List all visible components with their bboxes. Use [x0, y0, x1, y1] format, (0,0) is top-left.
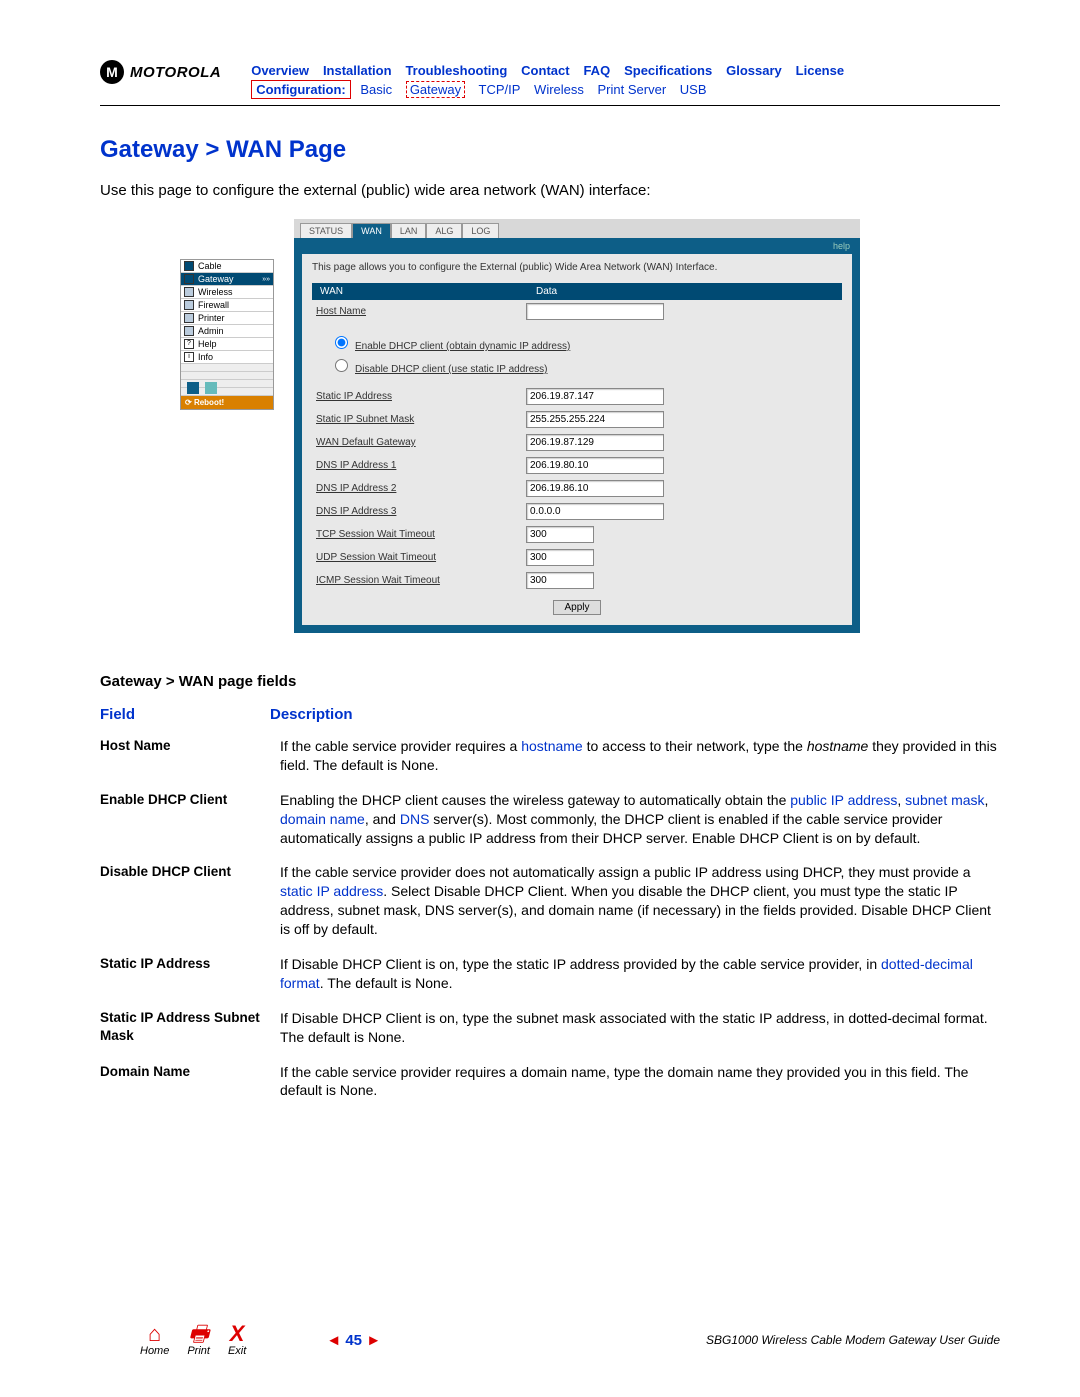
- fields-title: Gateway > WAN page fields: [100, 673, 1000, 690]
- ss-label: ICMP Session Wait Timeout: [312, 575, 526, 586]
- page-title: Gateway > WAN Page: [100, 136, 1000, 164]
- ss-input-dns3[interactable]: [526, 503, 664, 520]
- screenshot: Cable Gateway»» Wireless Firewall Printe…: [180, 219, 860, 633]
- col-header-desc: Description: [270, 706, 1000, 723]
- ss-help-link[interactable]: help: [833, 241, 850, 251]
- ss-side-wireless[interactable]: Wireless: [181, 286, 273, 299]
- field-row-hostname: Host Name If the cable service provider …: [100, 737, 1000, 775]
- ss-apply-button[interactable]: Apply: [553, 600, 600, 615]
- nav-installation[interactable]: Installation: [323, 63, 392, 78]
- nav-overview[interactable]: Overview: [251, 63, 309, 78]
- ss-panel-desc: This page allows you to configure the Ex…: [312, 262, 842, 273]
- subnav-basic[interactable]: Basic: [360, 82, 392, 97]
- nav-license[interactable]: License: [796, 63, 844, 78]
- link-public-ip[interactable]: public IP address: [790, 792, 897, 808]
- footer-exit[interactable]: X Exit: [228, 1323, 246, 1357]
- ss-tab-wan[interactable]: WAN: [352, 223, 391, 238]
- sub-nav: Configuration: Basic Gateway TCP/IP Wire…: [251, 82, 1000, 97]
- ss-tab-log[interactable]: LOG: [462, 223, 499, 238]
- ss-input-udp-timeout[interactable]: [526, 549, 594, 566]
- link-dns[interactable]: DNS: [400, 811, 430, 827]
- subnav-usb[interactable]: USB: [680, 82, 707, 97]
- page-number: 45: [345, 1332, 362, 1349]
- ss-input-icmp-timeout[interactable]: [526, 572, 594, 589]
- field-row-enable-dhcp: Enable DHCP Client Enabling the DHCP cli…: [100, 791, 1000, 848]
- ss-label: WAN Default Gateway: [312, 437, 526, 448]
- ss-th-data: Data: [528, 283, 565, 300]
- footer-guide-title: SBG1000 Wireless Cable Modem Gateway Use…: [706, 1333, 1000, 1347]
- ss-side-printer[interactable]: Printer: [181, 312, 273, 325]
- ss-input-hostname[interactable]: [526, 303, 664, 320]
- ss-radio-disable-label: Disable DHCP client (use static IP addre…: [355, 364, 548, 375]
- ss-input-wan-gateway[interactable]: [526, 434, 664, 451]
- subnav-gateway[interactable]: Gateway: [406, 81, 465, 98]
- ss-label-hostname: Host Name: [312, 306, 526, 317]
- ss-input-subnet[interactable]: [526, 411, 664, 428]
- ss-tab-lan[interactable]: LAN: [391, 223, 427, 238]
- link-domain-name[interactable]: domain name: [280, 811, 365, 827]
- link-hostname[interactable]: hostname: [521, 738, 582, 754]
- prev-page-icon[interactable]: ◄: [326, 1332, 341, 1349]
- field-row-static-ip: Static IP Address If Disable DHCP Client…: [100, 955, 1000, 993]
- footer-print[interactable]: 🖶 Print: [187, 1323, 210, 1357]
- nav-specifications[interactable]: Specifications: [624, 63, 712, 78]
- ss-radio-enable-label: Enable DHCP client (obtain dynamic IP ad…: [355, 341, 570, 352]
- ss-side-cable[interactable]: Cable: [181, 260, 273, 273]
- ss-main-panel: STATUSWANLANALGLOG help This page allows…: [294, 219, 860, 633]
- ss-label: Static IP Subnet Mask: [312, 414, 526, 425]
- subnav-wireless[interactable]: Wireless: [534, 82, 584, 97]
- footer-home[interactable]: ⌂ Home: [140, 1323, 169, 1357]
- ss-sidebar: Cable Gateway»» Wireless Firewall Printe…: [180, 259, 274, 410]
- home-icon: ⌂: [148, 1323, 161, 1345]
- nav-troubleshooting[interactable]: Troubleshooting: [405, 63, 507, 78]
- link-subnet-mask[interactable]: subnet mask: [905, 792, 984, 808]
- page-nav: ◄ 45 ►: [326, 1332, 381, 1349]
- ss-side-info[interactable]: iInfo: [181, 351, 273, 364]
- ss-side-admin[interactable]: Admin: [181, 325, 273, 338]
- exit-icon: X: [230, 1323, 245, 1345]
- print-icon: 🖶: [188, 1323, 209, 1345]
- next-page-icon[interactable]: ►: [366, 1332, 381, 1349]
- top-nav: Overview Installation Troubleshooting Co…: [251, 62, 1000, 78]
- subnav-tcpip[interactable]: TCP/IP: [479, 82, 521, 97]
- ss-tab-status[interactable]: STATUS: [300, 223, 352, 238]
- ss-label: DNS IP Address 3: [312, 506, 526, 517]
- logo: M MOTOROLA: [100, 60, 221, 84]
- ss-label: UDP Session Wait Timeout: [312, 552, 526, 563]
- ss-reboot-button[interactable]: Reboot!: [181, 396, 273, 409]
- nav-contact[interactable]: Contact: [521, 63, 569, 78]
- field-row-domain-name: Domain Name If the cable service provide…: [100, 1063, 1000, 1101]
- ss-label: DNS IP Address 2: [312, 483, 526, 494]
- nav-configuration[interactable]: Configuration:: [251, 80, 351, 99]
- ss-th-wan: WAN: [312, 283, 528, 300]
- subnav-printserver[interactable]: Print Server: [598, 82, 667, 97]
- ss-label: DNS IP Address 1: [312, 460, 526, 471]
- ss-side-help[interactable]: ?Help: [181, 338, 273, 351]
- ss-label: Static IP Address: [312, 391, 526, 402]
- link-static-ip[interactable]: static IP address: [280, 883, 383, 899]
- ss-radio-disable-dhcp[interactable]: [335, 359, 348, 372]
- ss-input-static-ip[interactable]: [526, 388, 664, 405]
- ss-input-tcp-timeout[interactable]: [526, 526, 594, 543]
- ss-label: TCP Session Wait Timeout: [312, 529, 526, 540]
- ss-radio-enable-dhcp[interactable]: [335, 336, 348, 349]
- ss-side-firewall[interactable]: Firewall: [181, 299, 273, 312]
- nav-faq[interactable]: FAQ: [583, 63, 610, 78]
- ss-tab-alg[interactable]: ALG: [426, 223, 462, 238]
- nav-glossary[interactable]: Glossary: [726, 63, 782, 78]
- field-row-static-subnet: Static IP Address Subnet Mask If Disable…: [100, 1009, 1000, 1047]
- col-header-field: Field: [100, 706, 270, 723]
- logo-text: MOTOROLA: [130, 64, 221, 81]
- ss-input-dns2[interactable]: [526, 480, 664, 497]
- ss-side-gateway[interactable]: Gateway»»: [181, 273, 273, 286]
- field-row-disable-dhcp: Disable DHCP Client If the cable service…: [100, 863, 1000, 939]
- ss-input-dns1[interactable]: [526, 457, 664, 474]
- intro-text: Use this page to configure the external …: [100, 182, 1000, 199]
